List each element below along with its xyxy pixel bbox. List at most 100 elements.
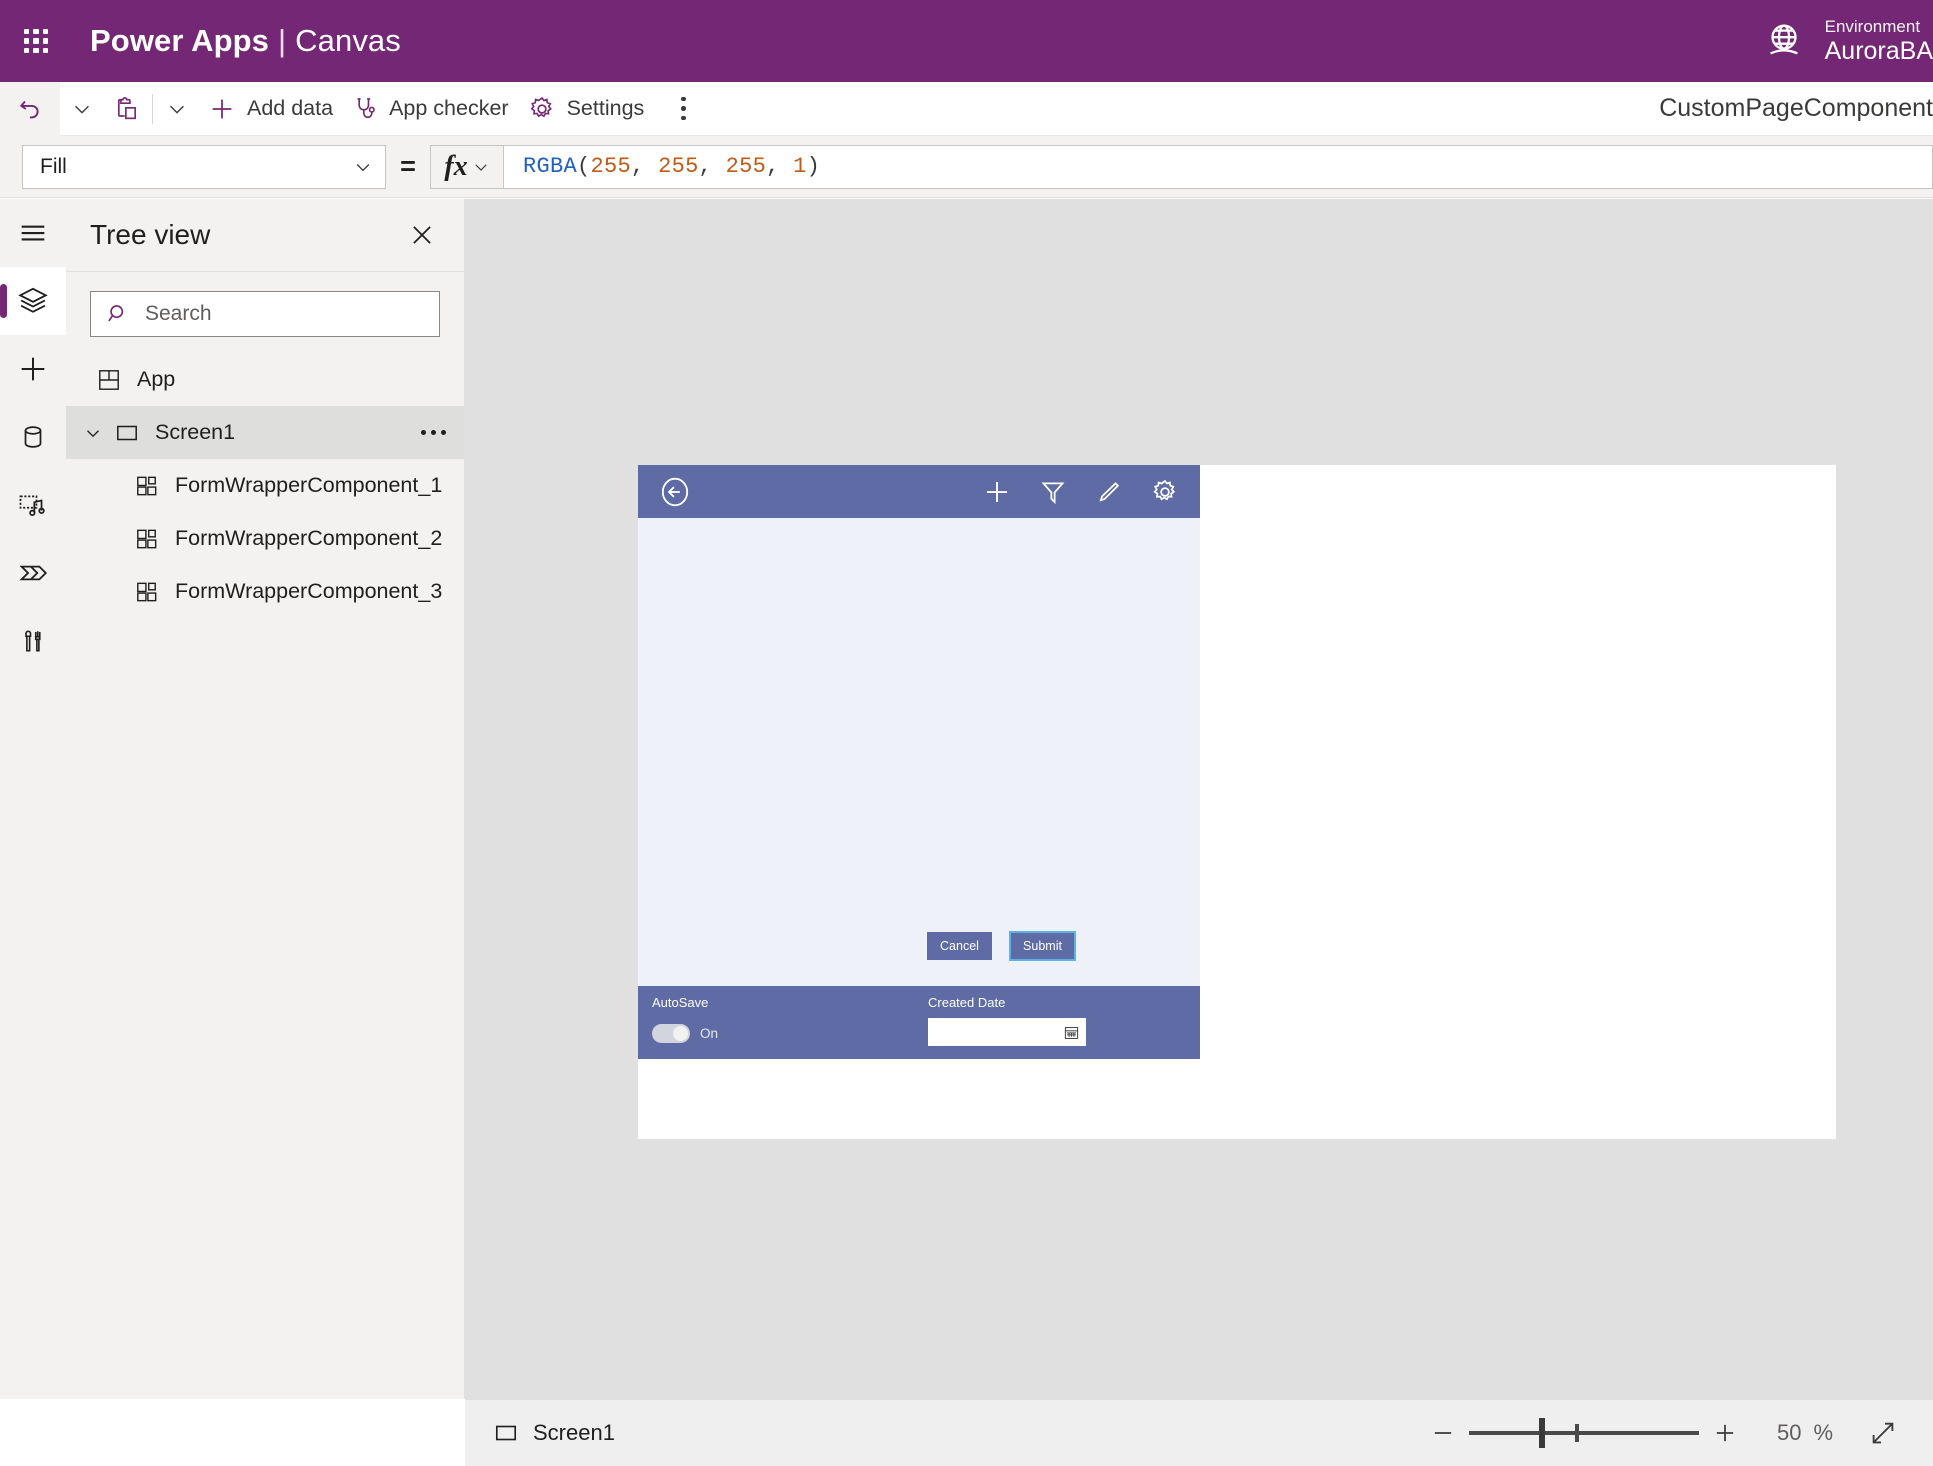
settings-button[interactable]: Settings — [519, 82, 655, 136]
selected-property: Fill — [40, 154, 67, 178]
add-data-label: Add data — [247, 96, 334, 120]
add-record-button[interactable] — [979, 474, 1015, 510]
tree-node-formwrappercomponent-1[interactable]: FormWrapperComponent_1 — [66, 459, 464, 512]
tree-node-label: FormWrapperComponent_2 — [175, 526, 443, 550]
tree-node-label: App — [137, 367, 176, 391]
formula-token-punc: , — [698, 154, 726, 179]
formula-input[interactable]: RGBA(255, 255, 255, 1) — [504, 144, 1933, 189]
settings-label: Settings — [566, 96, 645, 120]
back-arrow-circle-icon[interactable] — [655, 472, 695, 512]
formula-token-num: 255 — [658, 154, 699, 179]
stethoscope-icon — [357, 97, 375, 118]
screen-icon — [108, 420, 146, 446]
chevron-down-icon — [170, 105, 184, 114]
component-settings-button[interactable] — [1147, 474, 1183, 510]
sidebar-item-insert[interactable] — [0, 335, 66, 403]
app-checker-button[interactable]: App checker — [343, 82, 519, 136]
status-bar: Screen1 50 % — [465, 1399, 1933, 1466]
tree-node-label: FormWrapperComponent_3 — [175, 579, 443, 603]
component-icon — [128, 526, 166, 552]
undo-dropdown-button[interactable] — [60, 82, 104, 136]
tree-search-wrap: Search — [66, 272, 464, 353]
toolbar-overflow-button[interactable] — [660, 82, 706, 136]
created-date-input[interactable] — [928, 1018, 1086, 1046]
component-footer-bar: AutoSave On Created Date — [638, 986, 1200, 1059]
tree-node-formwrappercomponent-2[interactable]: FormWrapperComponent_2 — [66, 512, 464, 565]
filter-button[interactable] — [1035, 474, 1071, 510]
add-data-button[interactable]: Add data — [199, 82, 343, 136]
search-icon — [108, 305, 124, 322]
power-automate-icon — [19, 565, 48, 581]
environment-indicator[interactable]: Environment AuroraBA — [1761, 0, 1933, 82]
globe-environment-icon — [1769, 24, 1798, 55]
more-horizontal-icon[interactable] — [421, 430, 446, 435]
zoom-out-button[interactable] — [1417, 1407, 1469, 1459]
more-vertical-icon — [681, 96, 686, 102]
component-header-actions — [979, 474, 1183, 510]
tree-node-app[interactable]: App — [66, 353, 464, 406]
form-wrapper-component[interactable]: Cancel Submit AutoSave On Created Date — [638, 465, 1200, 1059]
cancel-button[interactable]: Cancel — [927, 932, 992, 960]
app-type-label: Canvas — [295, 23, 401, 58]
hamburger-menu-icon — [21, 225, 45, 241]
plus-icon — [212, 99, 232, 118]
search-placeholder: Search — [145, 302, 212, 325]
paste-button[interactable] — [104, 82, 150, 136]
hamburger-menu-button[interactable] — [0, 199, 66, 267]
tree-node-label: FormWrapperComponent_1 — [175, 473, 443, 497]
formula-token-num: 255 — [590, 154, 632, 179]
formula-token-fn: RGBA — [523, 154, 578, 179]
brand-title: Power Apps | Canvas — [90, 23, 401, 59]
tree-node-formwrappercomponent-3[interactable]: FormWrapperComponent_3 — [66, 565, 464, 618]
close-icon — [413, 226, 431, 244]
chevron-down-icon — [356, 163, 370, 171]
sidebar-item-tree-view[interactable] — [0, 267, 66, 335]
zoom-slider-thumb[interactable] — [1538, 1418, 1545, 1448]
fit-to-screen-button[interactable] — [1855, 1407, 1911, 1459]
tree-node-label: Screen1 — [155, 420, 236, 444]
property-selector[interactable]: Fill — [22, 144, 386, 189]
edit-button[interactable] — [1091, 474, 1127, 510]
zoom-in-button[interactable] — [1699, 1407, 1751, 1459]
component-icon — [128, 473, 166, 499]
autosave-toggle[interactable] — [652, 1024, 690, 1043]
variables-tools-icon — [25, 630, 41, 652]
app-launcher-icon[interactable] — [16, 21, 56, 61]
document-name[interactable]: CustomPageComponent — [1659, 94, 1933, 123]
submit-button[interactable]: Submit — [1009, 931, 1076, 961]
sidebar-item-data[interactable] — [0, 403, 66, 471]
tree-node-screen1[interactable]: Screen1 — [66, 406, 464, 459]
fx-button[interactable]: fx — [430, 144, 504, 189]
status-screen-selector[interactable]: Screen1 — [493, 1420, 615, 1446]
sidebar-item-media[interactable] — [0, 471, 66, 539]
paste-dropdown-button[interactable] — [155, 82, 199, 136]
toolbar-divider — [152, 93, 153, 124]
component-icon — [128, 579, 166, 605]
fx-glyph: fx — [444, 150, 468, 182]
canvas-area[interactable]: Cancel Submit AutoSave On Created Date — [465, 199, 1933, 1399]
autosave-label: AutoSave — [652, 995, 709, 1010]
autosave-toggle-row: On — [652, 1024, 718, 1043]
close-tree-view-button[interactable] — [404, 217, 440, 253]
equals-sign: = — [400, 151, 416, 181]
undo-icon — [19, 100, 39, 118]
zoom-slider-track — [1468, 1431, 1699, 1435]
created-date-group: Created Date — [928, 995, 1086, 1046]
brand-separator: | — [278, 23, 287, 58]
tree-view-title: Tree view — [90, 219, 211, 250]
tree-view-layers-icon — [18, 287, 48, 313]
app-object-icon — [90, 367, 128, 393]
undo-button[interactable] — [0, 81, 60, 136]
created-date-label: Created Date — [928, 995, 1006, 1010]
formula-token-punc: ) — [806, 154, 821, 179]
sidebar-item-variables[interactable] — [0, 607, 66, 675]
command-toolbar: Add data App checker Settings CustomPage… — [0, 81, 1933, 136]
environment-name: AuroraBA — [1824, 36, 1933, 65]
environment-label: Environment — [1824, 17, 1921, 37]
sidebar-item-power-automate[interactable] — [0, 539, 66, 607]
chevron-down-icon[interactable] — [78, 422, 108, 444]
zoom-slider[interactable] — [1468, 1407, 1699, 1459]
search-input[interactable]: Search — [90, 291, 440, 337]
power-apps-studio: Power Apps |Canvas Environment AuroraBA — [0, 0, 1933, 1466]
formula-token-num: 255 — [725, 154, 767, 179]
